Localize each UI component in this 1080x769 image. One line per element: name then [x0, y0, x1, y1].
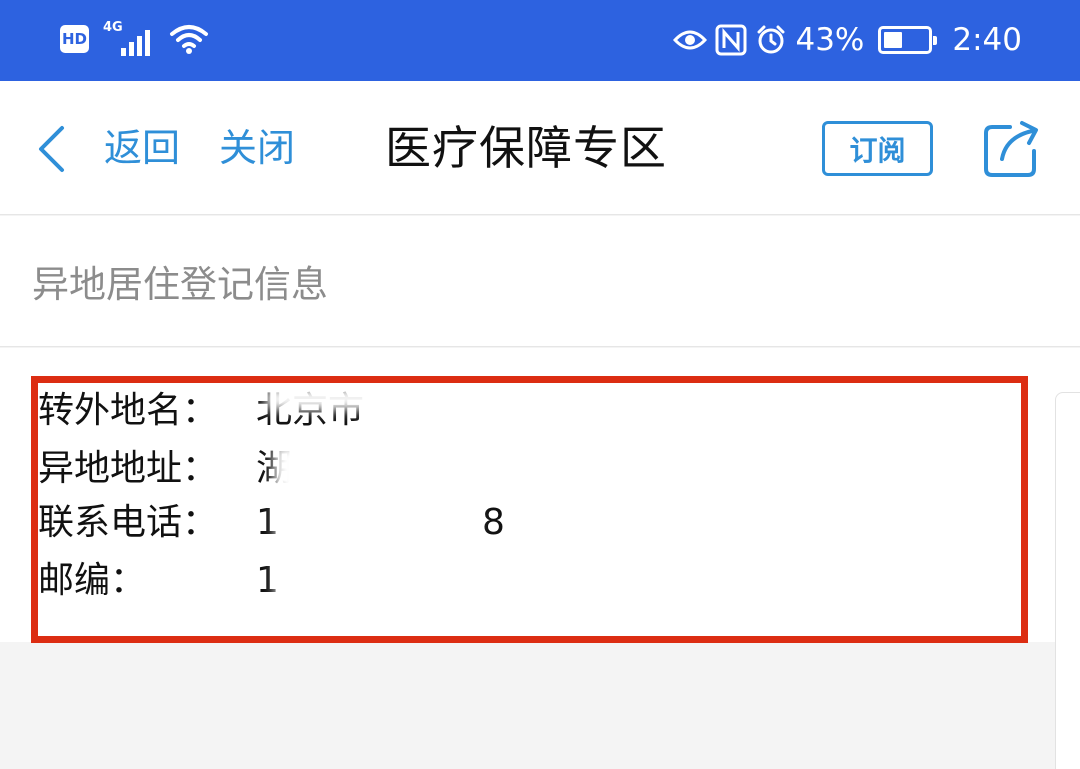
nav-bar: 返回 关闭 医疗保障专区 订阅	[0, 81, 1080, 215]
clock: 2:40	[952, 22, 1022, 58]
wifi-icon	[170, 25, 208, 54]
battery-icon	[878, 26, 938, 54]
status-bar: HD 4G 43% 2:40	[0, 0, 1080, 81]
cellular-signal-icon: 4G	[103, 20, 155, 56]
nfc-icon	[715, 24, 747, 56]
highlight-frame	[31, 376, 1028, 643]
eye-icon	[673, 30, 708, 50]
share-icon[interactable]	[982, 119, 1042, 179]
back-button[interactable]: 返回	[104, 123, 180, 173]
subscribe-button[interactable]: 订阅	[822, 121, 933, 176]
back-chevron-icon[interactable]	[36, 125, 66, 173]
section-title: 异地居住登记信息	[32, 263, 328, 306]
status-right: 43% 2:40	[673, 18, 1022, 62]
page-title: 医疗保障专区	[385, 121, 667, 175]
side-panel-edge	[1055, 392, 1080, 769]
battery-percent: 43%	[795, 22, 865, 58]
section-header: 异地居住登记信息	[0, 216, 1080, 347]
hd-voice-icon: HD	[60, 25, 89, 53]
alarm-icon	[757, 25, 785, 54]
close-button[interactable]: 关闭	[219, 123, 295, 173]
status-left: HD 4G	[60, 20, 209, 56]
network-type-label: 4G	[103, 20, 123, 35]
